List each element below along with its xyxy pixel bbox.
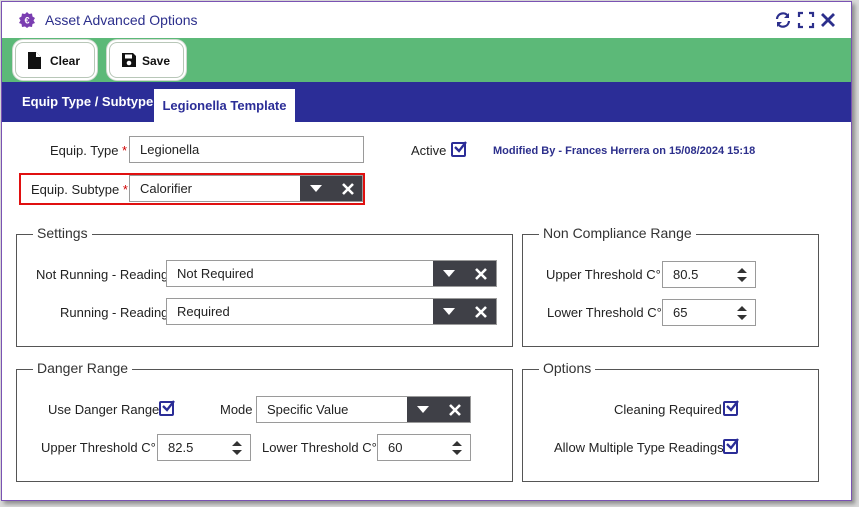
toolbar: Clear Save (2, 38, 851, 82)
not-running-clear-button[interactable] (465, 261, 496, 286)
file-icon (28, 52, 41, 69)
danger-lower-threshold-label: Lower Threshold C° (262, 440, 377, 455)
equip-subtype-dropdown[interactable]: Calorifier (129, 175, 363, 202)
equip-subtype-expand-button[interactable] (300, 176, 332, 201)
nc-upper-threshold-value: 80.5 (673, 267, 699, 282)
refresh-icon[interactable] (774, 11, 792, 29)
danger-range-group: Danger Range (16, 360, 513, 482)
clear-x-icon (475, 268, 487, 280)
danger-upper-threshold-stepper[interactable]: 82.5 (157, 434, 251, 461)
nc-lower-threshold-value: 65 (673, 305, 688, 320)
running-reading-label: Running - Reading (60, 305, 169, 320)
chevron-down-icon (443, 308, 455, 315)
equip-type-field[interactable]: Legionella (129, 136, 364, 163)
equip-subtype-clear-button[interactable] (332, 176, 362, 201)
save-button[interactable]: Save (109, 42, 184, 78)
mode-value: Specific Value (267, 402, 349, 417)
clear-button[interactable]: Clear (15, 42, 95, 78)
modified-by-text: Modified By - Frances Herrera on 15/08/2… (493, 145, 756, 157)
equip-subtype-label: Equip. Subtype * (31, 182, 128, 197)
asset-advanced-options-window: € Asset Advanced Options Clear Save Equi… (1, 1, 852, 501)
allow-multiple-type-readings-label: Allow Multiple Type Readings (554, 440, 724, 455)
nc-upper-threshold-stepper[interactable]: 80.5 (662, 261, 756, 288)
save-label: Save (142, 54, 171, 68)
use-danger-range-label: Use Danger Range (48, 402, 160, 417)
not-running-reading-label: Not Running - Reading (36, 267, 169, 282)
equip-subtype-label-text: Equip. Subtype (31, 182, 120, 197)
chevron-down-icon (443, 270, 455, 277)
equip-subtype-value: Calorifier (140, 181, 193, 196)
non-compliance-range-group: Non Compliance Range (522, 225, 819, 347)
running-reading-value: Required (177, 304, 230, 319)
check-icon (162, 400, 175, 412)
window-title: Asset Advanced Options (45, 12, 198, 28)
chevron-down-icon (417, 406, 429, 413)
use-danger-range-checkbox[interactable] (159, 400, 175, 416)
clear-label: Clear (50, 54, 81, 68)
active-label: Active (411, 143, 447, 158)
clear-x-icon (342, 183, 354, 195)
equip-type-label: Equip. Type * (50, 143, 127, 158)
clear-x-icon (475, 306, 487, 318)
svg-text:€: € (24, 16, 29, 26)
required-marker: * (122, 182, 128, 197)
spinner-arrows-icon[interactable] (737, 305, 747, 321)
cleaning-required-checkbox[interactable] (723, 400, 739, 416)
chevron-down-icon (310, 185, 322, 192)
maximize-icon[interactable] (797, 11, 815, 29)
running-clear-button[interactable] (465, 299, 496, 324)
danger-range-legend: Danger Range (33, 360, 133, 376)
tab-legionella-template[interactable]: Legionella Template (154, 89, 295, 122)
nc-lower-threshold-label: Lower Threshold C° (547, 305, 662, 320)
mode-clear-button[interactable] (439, 397, 470, 422)
not-running-reading-value: Not Required (177, 266, 254, 281)
mode-expand-button[interactable] (407, 397, 439, 422)
gear-icon: € (19, 12, 35, 28)
close-icon[interactable] (819, 11, 837, 29)
options-group: Options (522, 360, 819, 482)
clear-x-icon (449, 404, 461, 416)
cleaning-required-label: Cleaning Required (614, 402, 722, 417)
danger-lower-threshold-value: 60 (388, 440, 403, 455)
danger-upper-threshold-label: Upper Threshold C° (41, 440, 156, 455)
danger-upper-threshold-value: 82.5 (168, 440, 194, 455)
title-bar: € Asset Advanced Options (2, 2, 851, 38)
options-legend: Options (539, 360, 596, 376)
settings-group: Settings (16, 225, 513, 347)
nc-upper-threshold-label: Upper Threshold C° (546, 267, 661, 282)
settings-legend: Settings (33, 225, 92, 241)
non-compliance-legend: Non Compliance Range (539, 225, 696, 241)
nc-lower-threshold-stepper[interactable]: 65 (662, 299, 756, 326)
check-icon (454, 141, 467, 153)
spinner-arrows-icon[interactable] (737, 267, 747, 283)
spinner-arrows-icon[interactable] (452, 440, 462, 456)
check-icon (726, 438, 739, 450)
not-running-reading-dropdown[interactable]: Not Required (166, 260, 497, 287)
tab-bar: Equip Type / Subtype Legionella Template (2, 82, 851, 122)
equip-type-label-text: Equip. Type (50, 143, 119, 158)
tab-equip-type-subtype[interactable]: Equip Type / Subtype (22, 82, 153, 122)
running-expand-button[interactable] (433, 299, 465, 324)
required-marker: * (122, 143, 128, 158)
mode-label: Mode (220, 402, 253, 417)
not-running-expand-button[interactable] (433, 261, 465, 286)
save-icon (122, 53, 136, 67)
equip-type-value: Legionella (140, 142, 200, 157)
running-reading-dropdown[interactable]: Required (166, 298, 497, 325)
mode-dropdown[interactable]: Specific Value (256, 396, 471, 423)
allow-multiple-type-readings-checkbox[interactable] (723, 438, 739, 454)
spinner-arrows-icon[interactable] (232, 440, 242, 456)
active-checkbox[interactable] (451, 141, 467, 157)
danger-lower-threshold-stepper[interactable]: 60 (377, 434, 471, 461)
check-icon (726, 400, 739, 412)
